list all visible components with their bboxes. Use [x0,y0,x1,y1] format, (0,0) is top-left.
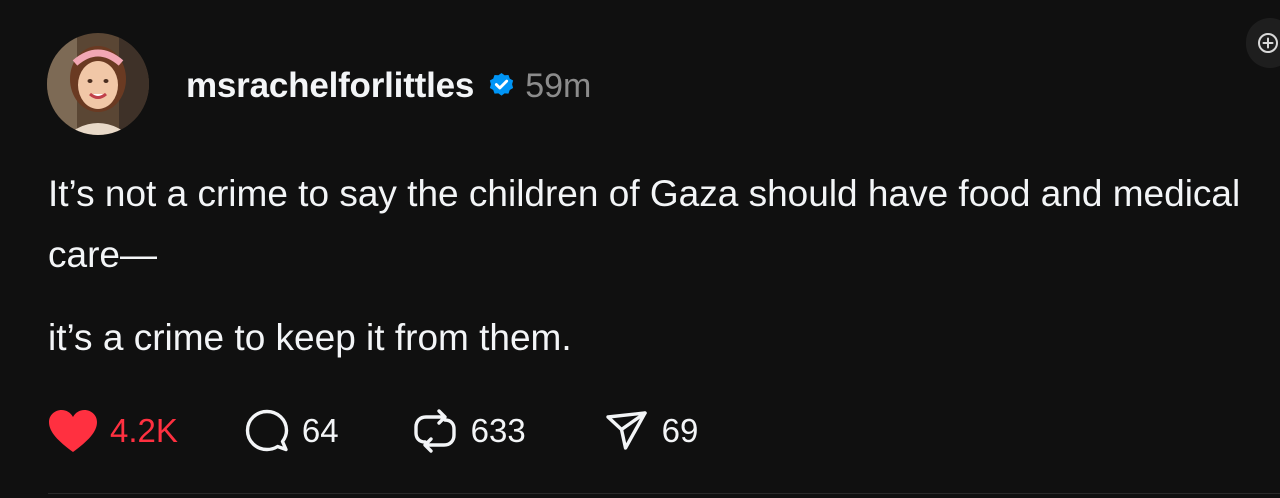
plus-circle-icon [1258,33,1278,53]
post-text-line: It’s not a crime to say the children of … [48,173,1241,275]
avatar[interactable] [47,33,149,135]
like-count: 4.2K [110,412,178,449]
share-button[interactable]: 69 [604,408,699,454]
repost-button[interactable]: 633 [411,408,526,454]
like-button[interactable]: 4.2K [48,409,178,453]
post-header: msrachelforlittles 59m [186,64,591,108]
send-icon [605,411,647,450]
username[interactable]: msrachelforlittles [186,66,474,106]
verified-badge-icon [486,71,517,102]
divider [48,493,1280,494]
repost-icon [413,409,456,453]
follow-plus-button[interactable] [1246,18,1280,68]
reply-button[interactable]: 64 [244,408,339,454]
heart-filled-icon [49,410,97,452]
share-count: 69 [661,412,699,449]
post-text-line: it’s a crime to keep it from them. [48,317,572,358]
comment-icon [245,409,289,452]
timestamp: 59m [525,66,592,105]
reply-count: 64 [301,412,339,449]
repost-count: 633 [470,412,526,449]
post: msrachelforlittles 59m It’s not a crime … [0,0,1280,498]
post-actions: 4.2K 64 633 69 [48,406,698,456]
post-body: It’s not a crime to say the children of … [48,163,1248,368]
profile-photo-icon [47,33,149,135]
